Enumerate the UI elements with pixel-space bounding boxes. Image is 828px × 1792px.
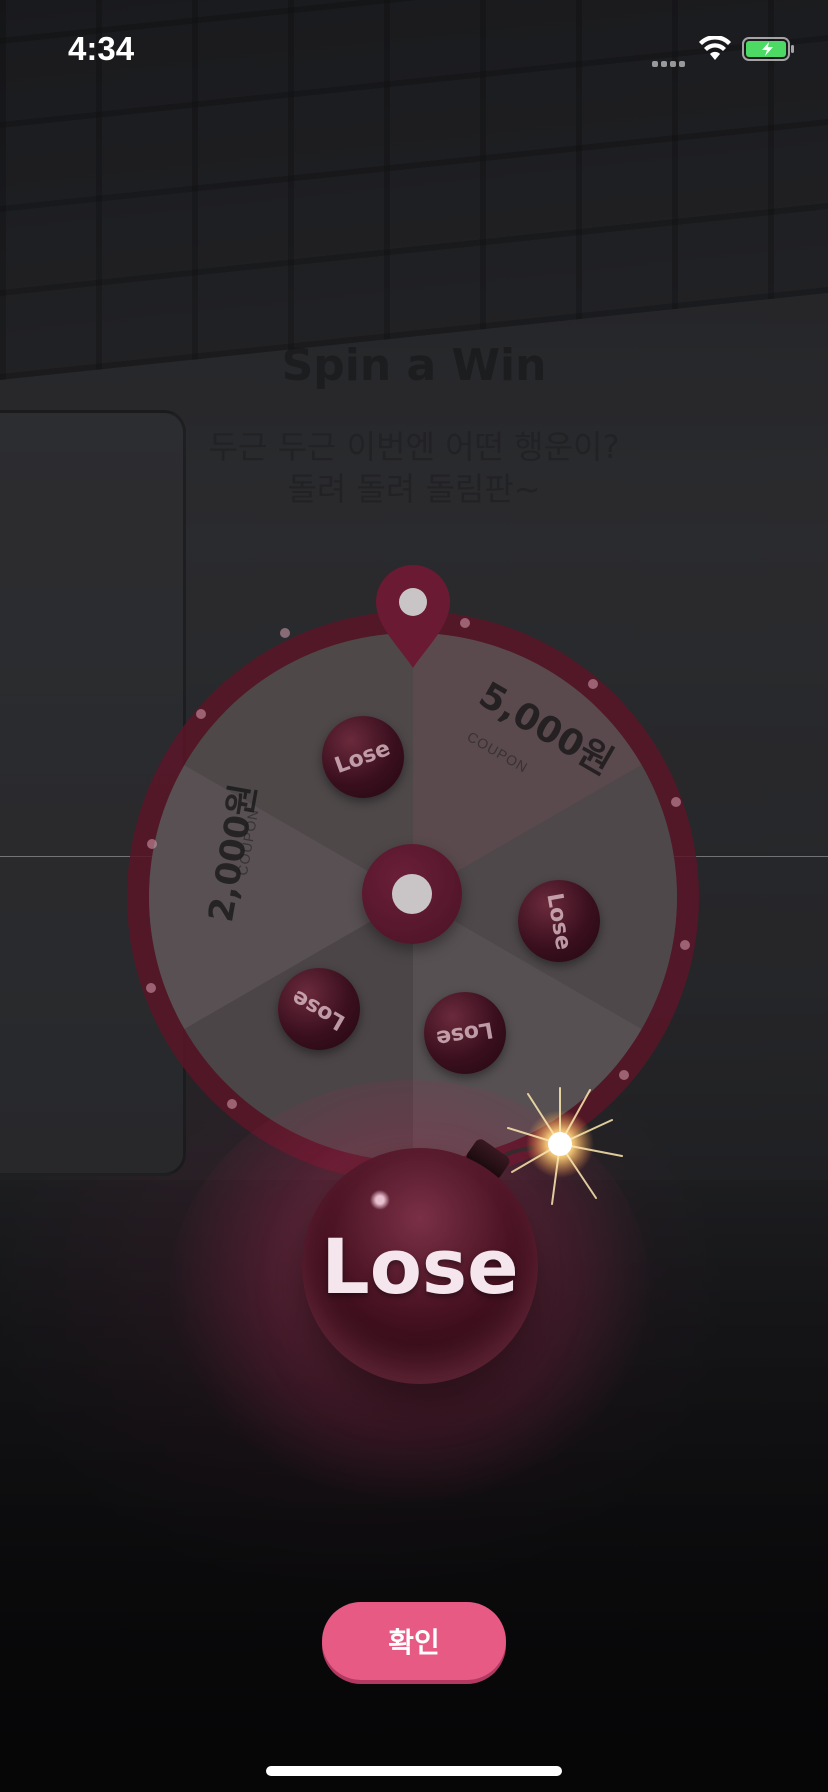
status-bar: 4:34 bbox=[0, 0, 828, 100]
wifi-icon bbox=[699, 36, 731, 60]
segment-lose-label: Lose bbox=[434, 1015, 496, 1051]
status-time: 4:34 bbox=[68, 30, 135, 67]
result-label: Lose bbox=[321, 1222, 519, 1311]
screen: 4:34 Spin a Win 두근 두근 이번엔 어떤 행운이? 돌려 돌려 … bbox=[0, 0, 828, 1792]
battery-icon bbox=[742, 37, 794, 61]
page-title: Spin a Win bbox=[281, 340, 547, 391]
segment-lose-label: Lose bbox=[288, 983, 350, 1035]
segment-lose-top: Lose bbox=[322, 716, 404, 798]
segment-lose-bottom-left: Lose bbox=[278, 968, 360, 1050]
segment-lose-label: Lose bbox=[331, 735, 395, 779]
signal-icon bbox=[652, 54, 692, 67]
segment-lose-right: Lose bbox=[518, 880, 600, 962]
wheel-hub bbox=[362, 844, 462, 944]
wheel-hub-center bbox=[392, 874, 432, 914]
wheel-pointer-icon bbox=[376, 565, 450, 668]
segment-lose-bottom-right: Lose bbox=[424, 992, 506, 1074]
subtitle-line-1: 두근 두근 이번엔 어떤 행운이? bbox=[208, 428, 620, 466]
home-indicator[interactable] bbox=[266, 1766, 562, 1776]
spark-icon bbox=[507, 1087, 623, 1205]
subtitle-line-2: 돌려 돌려 돌림판~ bbox=[287, 470, 541, 508]
segment-lose-label: Lose bbox=[541, 890, 577, 952]
confirm-button[interactable]: 확인 bbox=[322, 1602, 506, 1680]
page-subtitle: 두근 두근 이번엔 어떤 행운이? 돌려 돌려 돌림판~ bbox=[0, 426, 828, 510]
